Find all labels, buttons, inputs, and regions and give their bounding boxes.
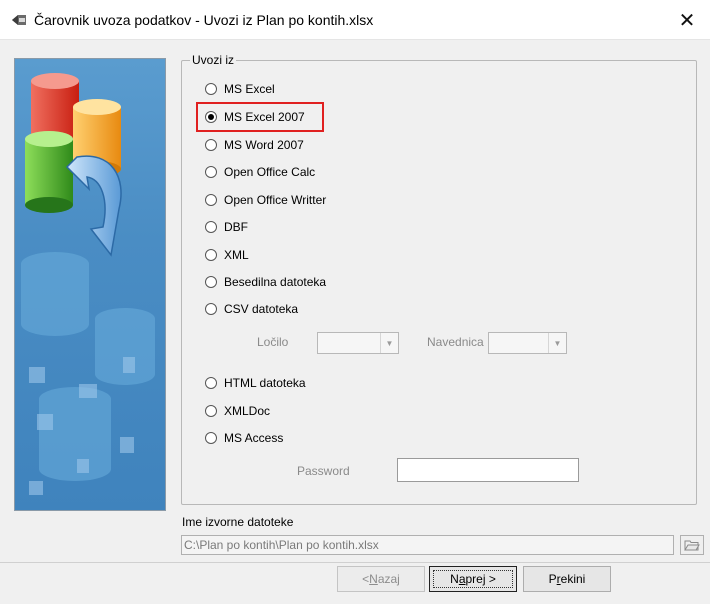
radio-button[interactable]: [205, 139, 217, 151]
radio-button[interactable]: [205, 276, 217, 288]
pencil-icon: [12, 15, 26, 25]
group-legend: Uvozi iz: [190, 53, 237, 67]
close-icon: ✕: [678, 9, 696, 32]
chevron-down-icon[interactable]: ▼: [380, 333, 398, 353]
radio-label: MS Access: [224, 431, 284, 445]
folder-icon: [684, 540, 700, 551]
selection-highlight-box: [196, 102, 324, 132]
title-bar: Čarovnik uvoza podatkov - Uvozi iz Plan …: [0, 0, 710, 40]
cancel-label-suffix: ekini: [560, 572, 586, 586]
radio-button[interactable]: [205, 194, 217, 206]
focus-rectangle: [433, 570, 513, 588]
radio-open-office-writter[interactable]: Open Office Writter: [205, 191, 326, 209]
radio-label: MS Excel: [224, 82, 275, 96]
radio-button[interactable]: [205, 166, 217, 178]
close-button[interactable]: ✕: [664, 0, 710, 40]
radio-label: Open Office Writter: [224, 193, 327, 207]
quote-label: Navednica: [427, 335, 484, 349]
radio-html-datoteka[interactable]: HTML datoteka: [205, 374, 306, 392]
quote-combo[interactable]: ▼: [488, 332, 567, 354]
radio-dbf[interactable]: DBF: [205, 218, 248, 236]
radio-label: Besedilna datoteka: [224, 275, 327, 289]
radio-besedilna-datoteka[interactable]: Besedilna datoteka: [205, 273, 326, 291]
radio-button[interactable]: [205, 303, 217, 315]
separator-combo[interactable]: ▼: [317, 332, 399, 354]
wizard-side-image: [14, 58, 166, 511]
radio-button[interactable]: [205, 432, 217, 444]
radio-button[interactable]: [205, 221, 217, 233]
back-label-prefix: <: [362, 572, 370, 586]
radio-label: XMLDoc: [224, 404, 271, 418]
radio-label: DBF: [224, 220, 248, 234]
radio-button[interactable]: [205, 405, 217, 417]
next-button[interactable]: Na prej >: [429, 566, 517, 592]
radio-label: XML: [224, 248, 249, 262]
radio-ms-access[interactable]: MS Access: [205, 429, 283, 447]
radio-button[interactable]: [205, 249, 217, 261]
back-label-mnemonic: N: [369, 572, 378, 586]
cancel-button[interactable]: Pr ekini: [523, 566, 611, 592]
source-file-label: Ime izvorne datoteke: [182, 515, 294, 529]
back-label-suffix: azaj: [377, 572, 400, 586]
source-path-field[interactable]: C:\Plan po kontih\Plan po kontih.xlsx: [181, 535, 674, 555]
browse-button[interactable]: [680, 535, 704, 555]
chevron-down-icon[interactable]: ▼: [548, 333, 566, 353]
window-title: Čarovnik uvoza podatkov - Uvozi iz Plan …: [34, 12, 374, 28]
radio-csv-datoteka[interactable]: CSV datoteka: [205, 300, 298, 318]
radio-ms-excel[interactable]: MS Excel: [205, 80, 275, 98]
radio-button[interactable]: [205, 83, 217, 95]
back-button[interactable]: < Nazaj: [337, 566, 425, 592]
radio-ms-word-2007[interactable]: MS Word 2007: [205, 136, 304, 154]
separator-label: Ločilo: [257, 335, 289, 349]
database-import-illustration: [21, 73, 155, 495]
radio-xml[interactable]: XML: [205, 246, 249, 264]
radio-label: HTML datoteka: [224, 376, 306, 390]
import-wizard-window: Čarovnik uvoza podatkov - Uvozi iz Plan …: [0, 0, 710, 604]
radio-open-office-calc[interactable]: Open Office Calc: [205, 163, 315, 181]
radio-label: Open Office Calc: [224, 165, 316, 179]
cancel-label-prefix: P: [548, 572, 557, 586]
radio-label: CSV datoteka: [224, 302, 299, 316]
password-input[interactable]: [397, 458, 579, 482]
password-label: Password: [297, 464, 350, 478]
footer-separator: [0, 562, 710, 563]
radio-button[interactable]: [205, 377, 217, 389]
radio-xmldoc[interactable]: XMLDoc: [205, 402, 270, 420]
radio-label: MS Word 2007: [224, 138, 304, 152]
